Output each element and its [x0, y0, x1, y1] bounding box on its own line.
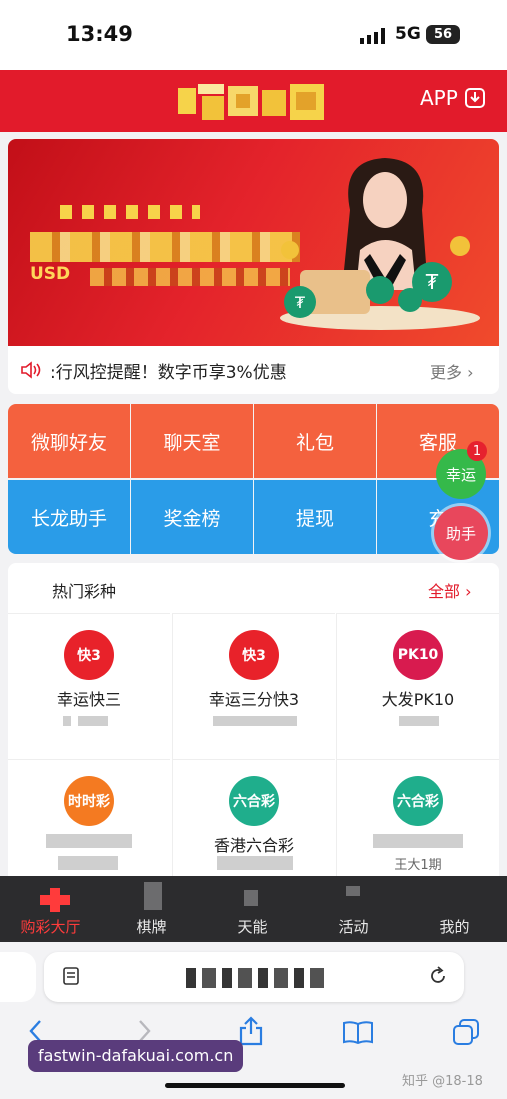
svg-text:₮: ₮: [295, 293, 306, 312]
hot-lottery-panel: 快3 幸运快三 快3 幸运三分快3 PK10 大发PK10 时时彩 六合彩 香港…: [8, 563, 499, 883]
domain-caption: fastwin-dafakuai.com.cn: [28, 1040, 244, 1072]
home-indicator[interactable]: [165, 1083, 345, 1088]
blurred-text: [78, 716, 108, 726]
banner-coins-image: ₮ ₮: [280, 236, 480, 330]
app-label: APP: [420, 86, 458, 110]
game-name: 幸运三分快3: [208, 690, 300, 709]
quick-long-dragon[interactable]: 长龙助手: [8, 480, 130, 554]
liuhecai-icon: 六合彩: [229, 776, 279, 826]
brand-logo: [178, 84, 324, 120]
previous-tab-preview[interactable]: [0, 952, 36, 1002]
kuai3-icon: 快3: [229, 630, 279, 680]
game-card[interactable]: 快3 幸运快三: [8, 613, 170, 760]
notice-more-link[interactable]: 更多 ›: [430, 359, 474, 383]
bookmarks-icon[interactable]: [342, 1020, 374, 1044]
game-card[interactable]: PK10 大发PK10: [336, 613, 499, 760]
svg-text:₮: ₮: [426, 270, 439, 294]
reload-icon[interactable]: [428, 966, 448, 986]
url-text-blurred: [186, 968, 326, 988]
ssc-icon: 时时彩: [64, 776, 114, 826]
tab-lottery-hall[interactable]: 购彩大厅: [0, 916, 101, 937]
reader-icon[interactable]: [62, 966, 82, 986]
game-name: 大发PK10: [381, 690, 455, 709]
helper-float-button[interactable]: 助手: [434, 506, 488, 560]
quick-label: 微聊好友: [30, 431, 107, 454]
blurred-text: [217, 856, 293, 870]
quick-label: 礼包: [295, 431, 334, 454]
game-name: 香港六合彩: [213, 836, 294, 855]
hot-lottery-all-link[interactable]: 全部 ›: [428, 578, 472, 602]
activity-icon: [346, 886, 360, 896]
quick-label: 聊天室: [163, 431, 221, 454]
lottery-hall-icon: [40, 888, 70, 912]
quick-label: 提现: [295, 507, 334, 530]
notice-text: :行风控提醒！数字币享3%优惠: [50, 363, 287, 383]
quick-withdraw[interactable]: 提现: [254, 480, 376, 554]
blurred-text: [213, 716, 297, 726]
share-icon[interactable]: [238, 1016, 264, 1046]
tab-activity[interactable]: 活动: [303, 916, 404, 937]
speaker-icon: [21, 361, 41, 379]
blurred-text: [63, 716, 71, 726]
quick-leaderboard[interactable]: 奖金榜: [131, 480, 253, 554]
quick-label: 奖金榜: [163, 507, 221, 530]
network-label: 5G: [395, 24, 421, 44]
pk10-icon: PK10: [393, 630, 443, 680]
quick-menu: 微聊好友 聊天室 礼包 客服 长龙助手 奖金榜 提现 充: [8, 404, 499, 554]
blurred-text: [399, 716, 439, 726]
chess-cards-icon: [144, 882, 162, 910]
hot-lottery-title: 热门彩种: [52, 582, 117, 601]
tab-chess-cards[interactable]: 棋牌: [101, 916, 202, 937]
lucky-label: 幸运: [445, 465, 476, 484]
battery-icon: 56: [426, 25, 460, 44]
app-download-button[interactable]: APP: [420, 86, 486, 110]
signal-icon: [360, 28, 385, 44]
tab-mine[interactable]: 我的: [404, 916, 505, 937]
game-card[interactable]: 时时彩: [8, 759, 170, 883]
quick-chatroom[interactable]: 聊天室: [131, 404, 253, 478]
lucky-badge: 1: [467, 441, 487, 461]
blurred-text: [46, 834, 132, 848]
tabs-icon[interactable]: [452, 1018, 480, 1046]
watermark: 知乎 @18-18: [402, 1074, 483, 1089]
game-card[interactable]: 快3 幸运三分快3: [172, 613, 335, 760]
status-time: 13:49: [66, 22, 133, 46]
quick-label: 长龙助手: [30, 507, 107, 530]
helper-label: 助手: [445, 524, 476, 543]
game-subtitle: 王大1期: [394, 858, 442, 873]
game-card[interactable]: 六合彩 香港六合彩: [172, 759, 335, 883]
tab-tianneng[interactable]: 天能: [202, 916, 303, 937]
game-name: 幸运快三: [56, 690, 121, 709]
banner-headline-blurred: [60, 205, 200, 219]
banner-currency: USD: [30, 264, 71, 284]
game-card[interactable]: 六合彩 王大1期: [336, 759, 499, 883]
blurred-text: [58, 856, 118, 870]
liuhecai-icon: 六合彩: [393, 776, 443, 826]
kuai3-icon: 快3: [64, 630, 114, 680]
tianneng-icon: [244, 890, 258, 906]
quick-gift[interactable]: 礼包: [254, 404, 376, 478]
blurred-text: [373, 834, 463, 848]
download-icon: [464, 88, 485, 108]
quick-chat-friends[interactable]: 微聊好友: [8, 404, 130, 478]
